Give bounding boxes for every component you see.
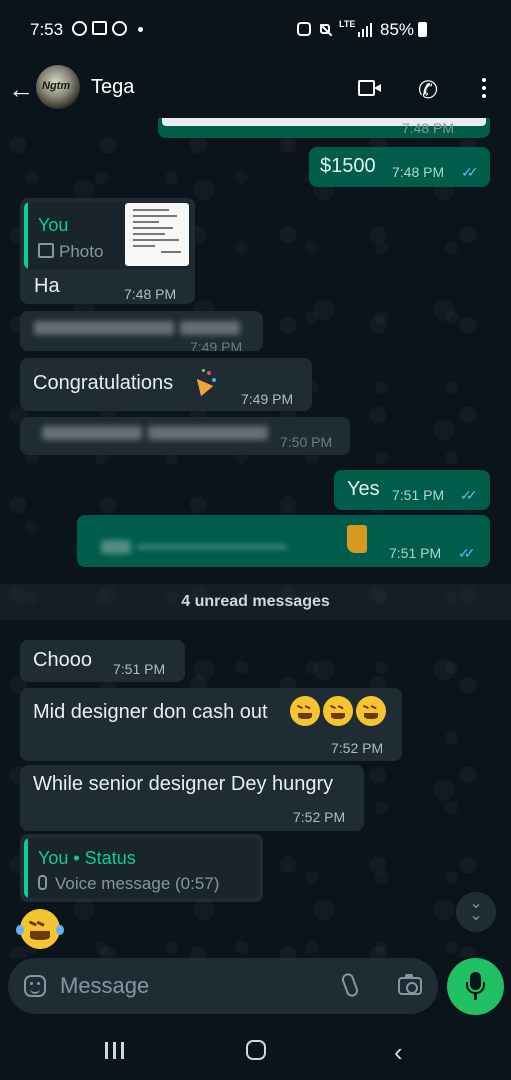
recent-apps-icon[interactable] [105, 1042, 124, 1059]
party-popper-emoji-icon [190, 369, 218, 397]
avatar-label: Ngtm [42, 80, 71, 92]
message-time: 7:50 PM [280, 434, 333, 450]
photo-icon [38, 243, 54, 258]
message-incoming-reply[interactable]: You Photo Ha 7:48 PM [20, 198, 195, 304]
home-icon[interactable] [246, 1040, 266, 1060]
system-back-icon[interactable]: ‹ [394, 1037, 403, 1068]
message-incoming-status-reply[interactable]: You • Status Voice message (0:57) [20, 834, 263, 902]
message-time: 7:48 PM [124, 286, 177, 302]
message-time: 7:52 PM [293, 809, 346, 825]
message-incoming-redacted[interactable]: 7:50 PM [20, 417, 350, 455]
message-text: $1500 [320, 155, 376, 177]
boot-emoji-icon [347, 525, 367, 553]
status-bar: 7:53 LTE 85% [0, 0, 511, 60]
message-outgoing-partial[interactable]: 7:48 PM [158, 118, 490, 138]
video-call-icon[interactable] [358, 80, 382, 98]
sticker-icon[interactable] [24, 975, 46, 997]
mute-icon [318, 22, 332, 36]
message-text: Yes [347, 478, 380, 500]
double-chevron-down-icon: ⌄ ⌄ [469, 895, 483, 924]
message-outgoing[interactable]: Yes 7:51 PM ✓✓ [334, 470, 490, 510]
message-outgoing[interactable]: $1500 7:48 PM ✓✓ [309, 147, 490, 187]
whatsapp-notification-icon [72, 21, 87, 36]
laughing-crying-emoji-icon [356, 696, 386, 726]
quote-photo-label: Photo [59, 242, 104, 261]
redacted-text [180, 321, 240, 335]
unread-divider: 4 unread messages [0, 584, 511, 620]
photo-thumbnail [125, 203, 189, 266]
network-type: LTE [339, 19, 356, 29]
quoted-status[interactable]: You • Status Voice message (0:57) [24, 838, 259, 898]
camera-icon[interactable] [398, 974, 422, 995]
message-time: 7:52 PM [331, 740, 384, 756]
more-notifications-dot-icon [138, 27, 143, 32]
read-ticks-icon: ✓✓ [458, 545, 476, 561]
back-arrow-icon[interactable]: ← [8, 75, 34, 103]
status-time: 7:53 [30, 20, 64, 39]
contact-name[interactable]: Tega [91, 76, 134, 99]
redacted-text [34, 321, 174, 335]
quote-author: You [38, 215, 69, 235]
message-time: 7:49 PM [190, 339, 243, 351]
message-text: Congratulations [33, 372, 174, 394]
redacted-text [148, 426, 268, 440]
laughing-crying-emoji-icon[interactable] [16, 909, 64, 949]
quote-author: You • Status [38, 848, 136, 868]
more-options-icon[interactable] [482, 78, 486, 102]
lock-icon [297, 22, 311, 36]
signal-icon [358, 22, 372, 37]
quote-label: Photo [38, 242, 103, 262]
unread-divider-label: 4 unread messages [181, 593, 330, 610]
read-ticks-icon: ✓✓ [461, 164, 479, 180]
microphone-small-icon [38, 875, 47, 890]
message-incoming[interactable]: Mid designer don cash out 7:52 PM [20, 688, 402, 761]
message-time: 7:51 PM [113, 661, 166, 677]
battery-percent: 85% [380, 20, 415, 39]
system-navigation-bar: ‹ [0, 1020, 511, 1080]
battery-icon [418, 22, 427, 37]
message-text: Ha [34, 275, 60, 297]
message-incoming[interactable]: While senior designer Dey hungry 7:52 PM [20, 765, 364, 831]
scroll-to-bottom-button[interactable]: ⌄ ⌄ [456, 892, 496, 932]
message-time: 7:48 PM [392, 164, 445, 180]
message-text: Chooo [33, 649, 92, 671]
message-time: 7:51 PM [392, 487, 445, 503]
laughing-crying-emoji-icon [323, 696, 353, 726]
redacted-text [101, 540, 131, 554]
paperclip-icon[interactable] [340, 971, 360, 999]
message-input[interactable] [60, 972, 320, 1000]
avatar[interactable]: Ngtm [36, 65, 80, 109]
message-incoming[interactable]: Congratulations 7:49 PM [20, 358, 312, 411]
message-outgoing-redacted[interactable]: 7:51 PM ✓✓ [77, 515, 490, 567]
message-incoming-redacted[interactable]: 7:49 PM [20, 311, 263, 351]
quote-accent-bar [24, 838, 28, 898]
laughing-crying-emoji-icon [290, 696, 320, 726]
whatsapp-notification-icon [112, 21, 127, 36]
voice-record-button[interactable] [447, 958, 504, 1015]
message-incoming[interactable]: Chooo 7:51 PM [20, 640, 185, 682]
message-list[interactable]: 7:48 PM $1500 7:48 PM ✓✓ You Photo Ha 7:… [0, 118, 511, 958]
laughing-emoji-group [288, 696, 392, 730]
quote-label: Voice message (0:57) [38, 874, 219, 894]
voice-call-icon[interactable]: ✆ [418, 76, 438, 105]
notification-icons [72, 21, 143, 36]
read-ticks-icon: ✓✓ [460, 487, 478, 503]
chat-header: ← Ngtm Tega ✆ [0, 60, 511, 118]
message-time: 7:48 PM [401, 120, 454, 136]
message-time: 7:49 PM [241, 391, 294, 407]
redacted-text [42, 426, 142, 440]
quote-accent-bar [24, 202, 28, 269]
voice-message-label: Voice message (0:57) [55, 874, 220, 893]
message-time: 7:51 PM [389, 545, 442, 561]
redacted-text [137, 545, 287, 549]
quoted-message[interactable]: You Photo [24, 202, 191, 269]
message-text: Mid designer don cash out [33, 701, 268, 723]
gallery-notification-icon [92, 21, 107, 35]
message-composer [8, 958, 438, 1014]
message-text: While senior designer Dey hungry [33, 773, 334, 795]
